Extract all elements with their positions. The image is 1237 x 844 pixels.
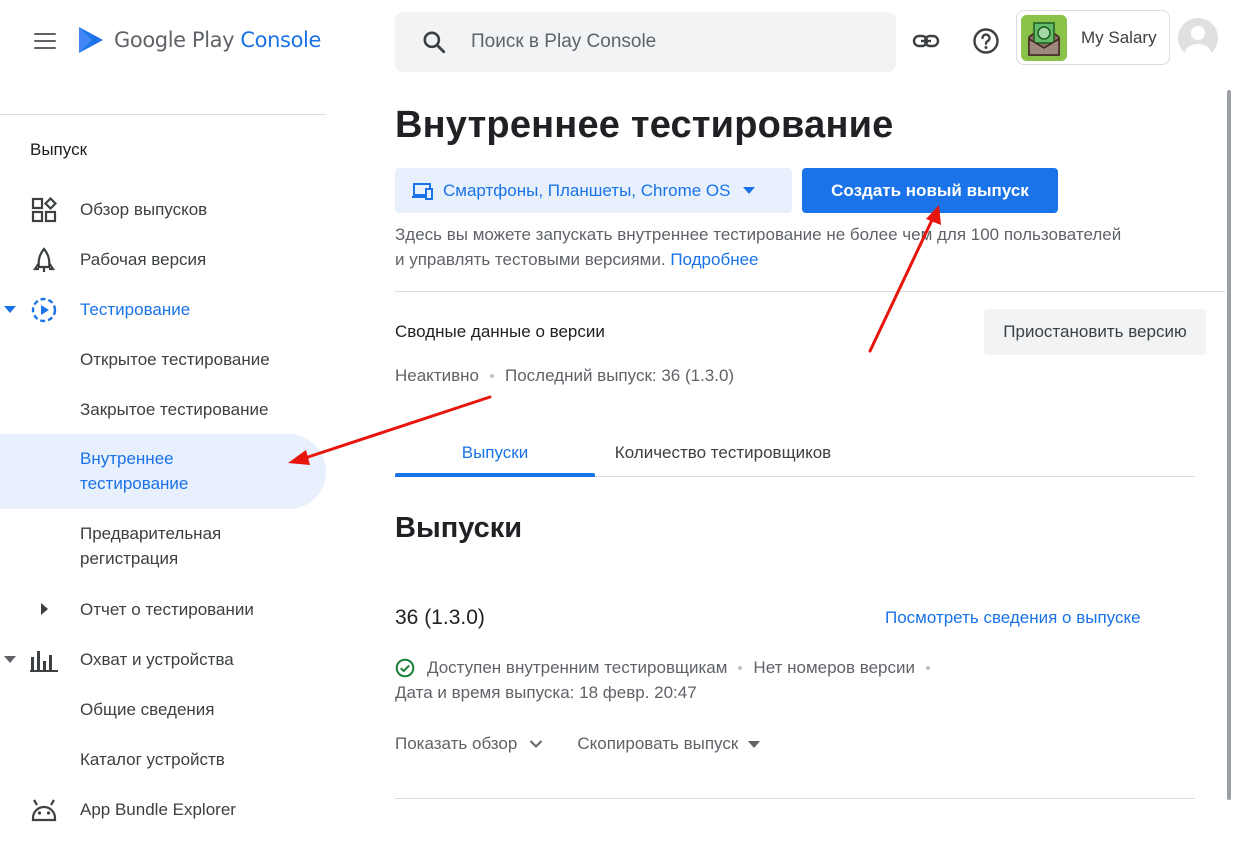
devices-icon: [412, 182, 433, 200]
android-icon: [30, 796, 58, 824]
dropdown-caret-icon: [748, 740, 761, 748]
sidebar: Выпуск Обзор выпусков Рабочая версия Тес…: [0, 84, 326, 844]
release-date: Дата и время выпуска: 18 февр. 20:47: [395, 683, 697, 702]
view-release-details-link[interactable]: Посмотреть сведения о выпуске: [885, 608, 1141, 628]
active-tab-indicator: [395, 473, 595, 477]
dropdown-caret-icon: [742, 187, 755, 194]
expand-caret-icon: [4, 306, 16, 313]
sidebar-item-pre-registration[interactable]: Предварительная регистрация: [0, 509, 326, 584]
page-description: Здесь вы можете запускать внутреннее тес…: [395, 225, 1122, 269]
sidebar-item-releases-overview[interactable]: Обзор выпусков: [0, 184, 326, 234]
play-logo-icon: [79, 27, 103, 53]
tab-releases[interactable]: Выпуски: [395, 430, 595, 477]
release-version: 36 (1.3.0): [395, 606, 485, 629]
version-summary-title: Сводные данные о версии: [395, 322, 605, 341]
sidebar-item-label: Закрытое тестирование: [80, 399, 269, 419]
copy-release-button[interactable]: Скопировать выпуск: [577, 734, 761, 754]
production-icon: [30, 246, 58, 274]
sidebar-item-production[interactable]: Рабочая версия: [0, 234, 326, 284]
separator-dot: [926, 666, 930, 670]
sidebar-item-label: Обзор выпусков: [80, 199, 208, 219]
sidebar-item-device-catalog[interactable]: Каталог устройств: [0, 734, 326, 784]
separator-dot: [738, 666, 743, 670]
sidebar-section-title: Выпуск: [30, 140, 88, 159]
separator-dot: [489, 374, 494, 378]
sidebar-item-label: Общие сведения: [80, 699, 215, 719]
sidebar-item-label: Каталог устройств: [80, 749, 225, 769]
sidebar-item-label: Отчет о тестировании: [80, 599, 254, 619]
search-icon: [423, 31, 446, 54]
sidebar-item-open-testing[interactable]: Открытое тестирование: [0, 334, 326, 384]
sidebar-item-reach-devices[interactable]: Охват и устройства: [0, 634, 326, 684]
link-icon[interactable]: [909, 24, 943, 58]
sidebar-item-label: Охват и устройства: [80, 649, 234, 669]
account-avatar[interactable]: [1178, 18, 1218, 58]
release-status: Доступен внутренним тестировщикам Нет но…: [395, 658, 941, 678]
availability-text: Доступен внутренним тестировщикам: [427, 658, 728, 677]
releases-heading: Выпуски: [395, 512, 523, 544]
sidebar-item-label: Предварительная регистрация: [80, 524, 222, 568]
version-codes-text: Нет номеров версии: [753, 658, 915, 677]
sidebar-divider: [0, 114, 326, 115]
sidebar-item-app-bundle-explorer[interactable]: App Bundle Explorer: [0, 784, 326, 834]
sidebar-item-label: Тестирование: [80, 299, 191, 319]
last-release-text: Последний выпуск: 36 (1.3.0): [504, 366, 735, 385]
release-actions: Показать обзор Скопировать выпуск: [395, 734, 761, 754]
dashboard-icon: [30, 196, 58, 224]
menu-icon[interactable]: [28, 26, 62, 56]
top-bar: Google Play Console Поиск в Play Console…: [0, 0, 1237, 84]
chevron-down-icon: [530, 740, 543, 748]
status-text: Неактивно: [395, 366, 479, 385]
search-input[interactable]: [471, 31, 851, 53]
tab-testers[interactable]: Количество тестировщиков: [595, 430, 851, 476]
learn-more-link[interactable]: Подробнее: [670, 250, 758, 269]
page-title: Внутреннее тестирование: [395, 104, 894, 146]
logo-text: Google Play Console: [114, 28, 321, 52]
release-divider: [395, 798, 1195, 799]
sidebar-item-testing-report[interactable]: Отчет о тестировании: [0, 584, 326, 634]
device-filter-label: Смартфоны, Планшеты, Chrome OS: [443, 180, 731, 200]
app-icon: [1021, 14, 1067, 61]
sidebar-item-overview[interactable]: Общие сведения: [0, 684, 326, 734]
sidebar-item-label: Рабочая версия: [80, 249, 207, 269]
sidebar-item-testing[interactable]: Тестирование: [0, 284, 326, 334]
bar-chart-icon: [30, 646, 58, 674]
check-circle-icon: [395, 658, 415, 678]
app-selector[interactable]: My Salary: [1016, 10, 1170, 65]
sidebar-item-label: Внутреннее тестирование: [80, 449, 189, 493]
show-overview-button[interactable]: Показать обзор: [395, 734, 543, 754]
page-scrollbar[interactable]: [1227, 90, 1231, 800]
sidebar-item-internal-testing[interactable]: Внутреннее тестирование: [0, 434, 326, 509]
sidebar-item-label: App Bundle Explorer: [80, 799, 236, 819]
device-filter-dropdown[interactable]: Смартфоны, Планшеты, Chrome OS: [395, 168, 792, 213]
tab-bar: Выпуски Количество тестировщиков: [395, 430, 1195, 477]
create-release-button[interactable]: Создать новый выпуск: [802, 168, 1058, 213]
expand-chevron-icon: [41, 603, 48, 615]
app-name: My Salary: [1081, 27, 1157, 47]
expand-caret-icon: [4, 656, 16, 663]
main-content: Внутреннее тестирование Смартфоны, Планш…: [395, 84, 1225, 844]
pause-track-button[interactable]: Приостановить версию: [984, 309, 1206, 355]
play-console-logo[interactable]: Google Play Console: [76, 24, 321, 56]
testing-icon: [30, 296, 58, 324]
sidebar-item-label: Открытое тестирование: [80, 349, 270, 369]
track-status: Неактивно Последний выпуск: 36 (1.3.0): [395, 366, 734, 386]
section-divider: [395, 291, 1225, 292]
search-bar[interactable]: [395, 12, 896, 72]
help-icon[interactable]: [969, 24, 1003, 58]
sidebar-item-closed-testing[interactable]: Закрытое тестирование: [0, 384, 326, 434]
